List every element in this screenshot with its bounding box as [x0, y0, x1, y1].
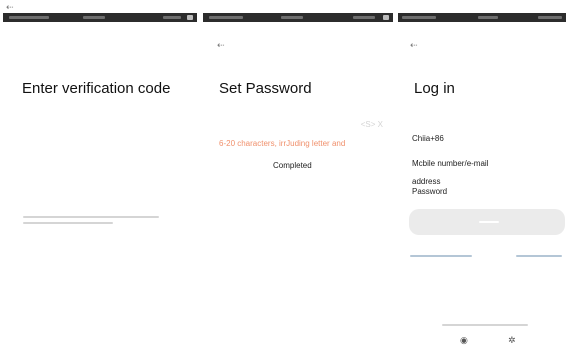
other-login-methods-text — [442, 324, 528, 326]
page-title: Log in — [414, 80, 455, 97]
account-field-label-cont: address — [412, 177, 441, 186]
back-arrow-icon[interactable]: ⇠ — [6, 2, 14, 12]
password-visibility-toggle[interactable]: <S> X — [361, 120, 383, 129]
status-bar — [398, 13, 566, 22]
status-time — [281, 16, 303, 19]
status-signal — [538, 16, 562, 19]
status-signal — [353, 16, 375, 19]
status-carrier — [209, 16, 243, 19]
password-hint: 6-20 characters, irrJuding letter and — [219, 139, 346, 148]
screenshot-collage: ⇠ Enter verification code ⇠ Set Password… — [0, 0, 566, 359]
status-bar — [3, 13, 197, 22]
third-party-login-icon[interactable]: ◉ — [460, 335, 469, 345]
login-button[interactable] — [409, 209, 565, 235]
completed-button[interactable]: Completed — [273, 161, 312, 170]
forgot-password-link[interactable] — [516, 255, 562, 257]
status-bar — [203, 13, 393, 22]
status-signal — [163, 16, 181, 19]
info-text-line-2 — [23, 222, 113, 224]
login-screen: ⇠ Log in Chiia+86 Mcbile number/e-mail a… — [398, 13, 566, 359]
set-password-screen: ⇠ Set Password <S> X 6-20 characters, ir… — [203, 13, 393, 359]
status-time — [83, 16, 105, 19]
status-carrier — [402, 16, 436, 19]
info-text-line-1 — [23, 216, 159, 218]
third-party-login-icon-2[interactable]: ✲ — [508, 335, 517, 345]
status-carrier — [9, 16, 49, 19]
battery-icon — [187, 15, 193, 20]
country-code-selector[interactable]: Chiia+86 — [412, 134, 444, 143]
page-title: Enter verification code — [22, 80, 171, 97]
back-arrow-icon[interactable]: ⇠ — [410, 40, 418, 50]
status-time — [478, 16, 498, 19]
password-field-label[interactable]: Password — [412, 187, 447, 196]
login-button-label — [479, 221, 499, 223]
verification-screen: Enter verification code — [3, 13, 197, 359]
page-title: Set Password — [219, 80, 312, 97]
register-link[interactable] — [410, 255, 472, 257]
back-arrow-icon[interactable]: ⇠ — [217, 40, 225, 50]
battery-icon — [383, 15, 389, 20]
account-field-label[interactable]: Mcbile number/e-mail — [412, 159, 488, 168]
